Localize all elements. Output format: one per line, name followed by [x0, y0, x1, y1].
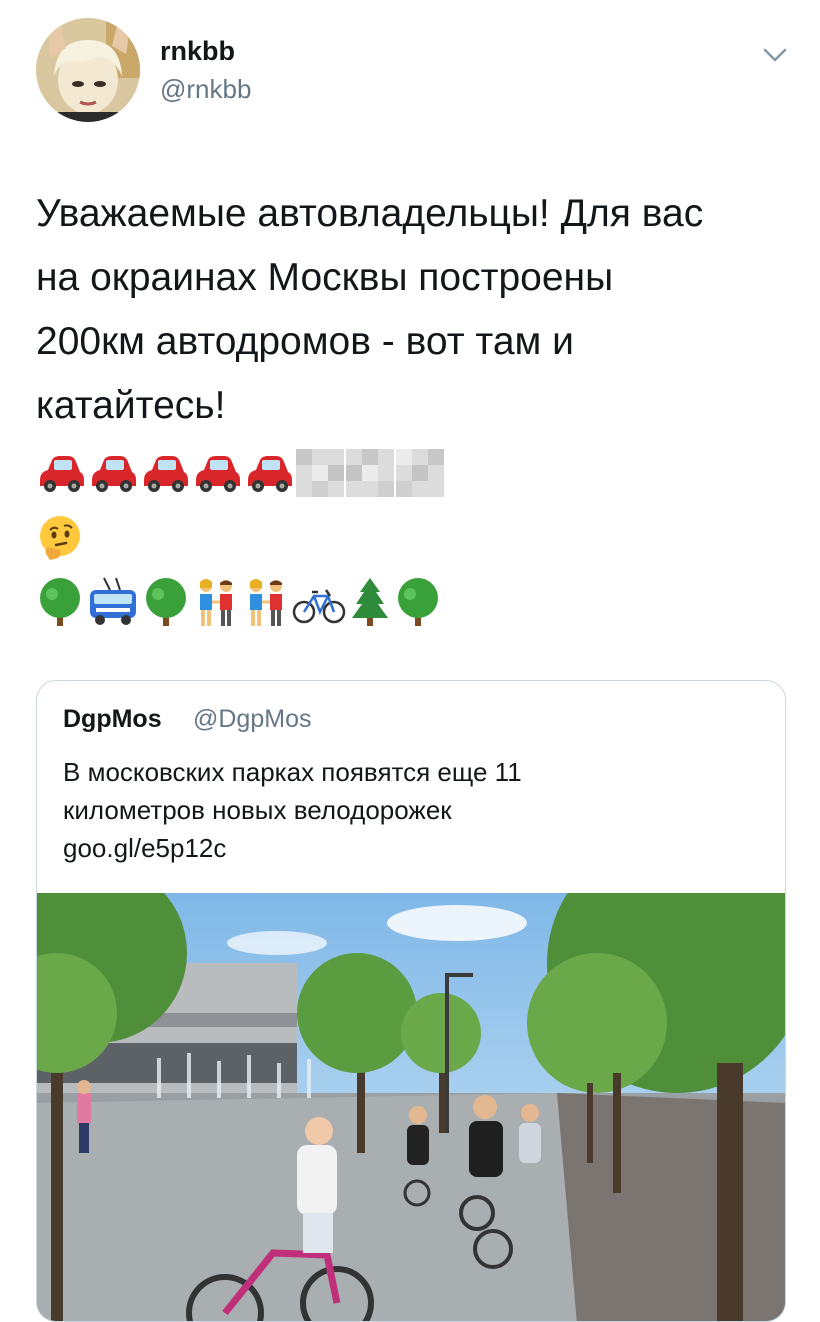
tree-icon — [40, 578, 80, 626]
quoted-author-handle: @DgpMos — [193, 705, 312, 733]
tweet-text-line: на окраинах Москвы построены — [36, 256, 614, 299]
emoji-row-thinking — [36, 514, 86, 562]
park-bike-path-photo[interactable] — [37, 893, 785, 1322]
bicycle-icon — [292, 589, 346, 624]
couple-icon — [250, 579, 282, 626]
quoted-author-name: DgpMos — [63, 705, 162, 733]
emoji-row-park — [36, 576, 444, 628]
author-display-name[interactable]: rnkbb — [160, 36, 235, 67]
tree-icon — [146, 578, 186, 626]
censored-block-icon — [296, 449, 344, 497]
avatar-photo — [36, 18, 140, 122]
car-icon — [92, 456, 136, 492]
emoji-row-cars — [36, 448, 446, 498]
car-icon — [248, 456, 292, 492]
evergreen-tree-icon — [352, 578, 388, 626]
thinking-face-icon — [40, 516, 80, 560]
car-icon — [196, 456, 240, 492]
quoted-link[interactable]: goo.gl/e5p12c — [63, 829, 753, 867]
tweet-text: Уважаемые автовладельцы! Для вас на окра… — [36, 182, 796, 438]
author-handle[interactable]: @rnkbb — [160, 74, 251, 105]
tree-icon — [398, 578, 438, 626]
censored-block-icon — [346, 449, 394, 497]
tweet-text-line: 200км автодромов - вот там и — [36, 320, 574, 363]
couple-icon — [200, 579, 232, 626]
tweet-text-line: катайтесь! — [36, 384, 226, 427]
author-avatar[interactable] — [36, 18, 140, 122]
car-icon — [144, 456, 188, 492]
quoted-tweet-card[interactable]: DgpMos @DgpMos В московских парках появя… — [36, 680, 786, 1322]
quoted-text-line: В московских парках появятся еще 11 — [63, 757, 522, 787]
tweet-text-line: Уважаемые автовладельцы! Для вас — [36, 192, 704, 235]
quoted-tweet-text: В московских парках появятся еще 11 кило… — [63, 753, 753, 867]
trolleybus-icon — [90, 577, 136, 625]
car-icon — [40, 456, 84, 492]
quoted-text-line: километров новых велодорожек — [63, 795, 452, 825]
censored-block-icon — [396, 449, 444, 497]
chevron-down-icon[interactable] — [760, 40, 790, 70]
